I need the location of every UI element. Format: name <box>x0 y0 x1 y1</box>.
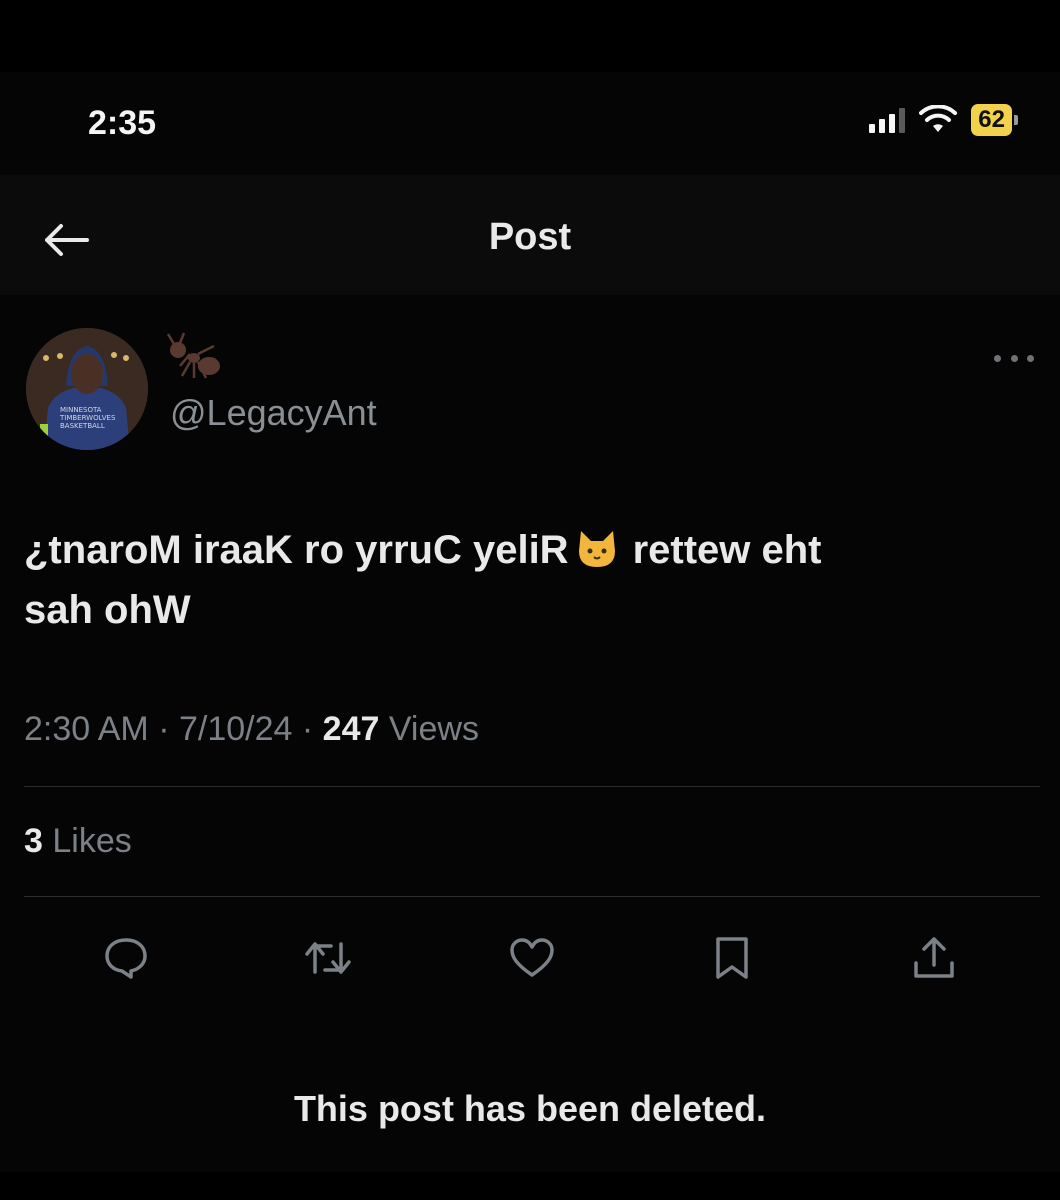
more-options-button[interactable] <box>994 348 1034 368</box>
signal-icon <box>869 107 906 133</box>
share-button[interactable] <box>906 930 962 986</box>
views-count: 247 <box>322 710 380 748</box>
status-time: 2:35 <box>88 104 157 142</box>
post-text-line2: sah ohW <box>24 588 191 632</box>
heart-icon <box>510 938 554 977</box>
divider <box>24 896 1040 897</box>
post-meta: 2:30 AM · 7/10/24 · 247 Views <box>24 710 479 749</box>
page-title: Post <box>488 216 572 258</box>
like-button[interactable] <box>504 930 560 986</box>
svg-text:TIMBERWOLVES: TIMBERWOLVES <box>59 414 116 422</box>
battery-level: 62 <box>971 104 1012 136</box>
repost-icon <box>305 942 351 974</box>
status-icons: 62 <box>869 104 1018 136</box>
repost-button[interactable] <box>300 930 356 986</box>
post-date: 7/10/24 <box>178 710 293 748</box>
divider <box>24 786 1040 787</box>
author-handle[interactable]: @LegacyAnt <box>170 392 377 434</box>
share-icon <box>914 937 954 978</box>
deleted-notice: This post has been deleted. <box>293 1088 767 1129</box>
likes-label: Likes <box>52 822 132 860</box>
avatar[interactable]: MINNESOTA TIMBERWOLVES BASKETBALL <box>26 328 148 450</box>
meta-separator: · <box>301 710 314 748</box>
battery-icon: 62 <box>971 104 1018 136</box>
svg-text:BASKETBALL: BASKETBALL <box>60 422 105 430</box>
post-time: 2:30 AM <box>24 710 149 748</box>
bookmark-icon <box>716 937 748 979</box>
ant-emoji <box>166 332 220 379</box>
svg-text:MINNESOTA: MINNESOTA <box>60 406 102 414</box>
post-text: ¿tnaroM iraaK ro yrruC yeliR rettew eht … <box>24 520 1024 640</box>
meta-separator: · <box>158 710 170 748</box>
post-text-line1-b: rettew eht <box>632 528 822 572</box>
comment-icon <box>105 938 147 979</box>
views-label: Views <box>388 710 479 748</box>
likes-count: 3 <box>24 822 43 860</box>
post-text-line1-a: ¿tnaroM iraaK ro yrruC yeliR <box>24 528 569 572</box>
cat-face-emoji <box>578 531 615 567</box>
likes-link[interactable]: 3 Likes <box>24 822 132 861</box>
wifi-icon <box>919 105 958 132</box>
bookmark-button[interactable] <box>704 930 760 986</box>
reply-button[interactable] <box>98 930 154 986</box>
